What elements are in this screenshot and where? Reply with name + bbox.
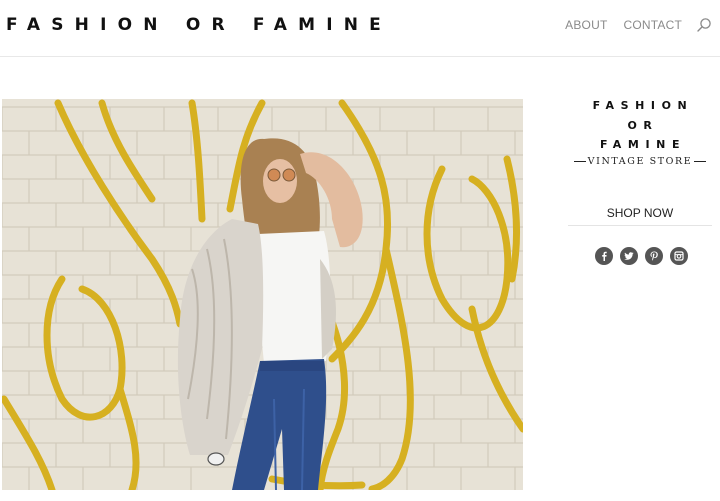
brand-logo[interactable]: FASHION OR FAMINE VINTAGE STORE [560,96,720,167]
brand-line-3: FAMINE [599,138,687,151]
pinterest-icon[interactable] [644,246,663,265]
hero-image[interactable] [2,99,523,490]
divider [573,160,586,162]
site-header: FASHION OR FAMINE ABOUT CONTACT [0,0,720,57]
brand-line-1: FASHION [592,99,694,112]
search-icon[interactable] [696,17,712,33]
nav-about-link[interactable]: ABOUT [565,18,607,32]
site-logo[interactable]: FASHION OR FAMINE [6,15,392,35]
instagram-icon[interactable] [669,246,688,265]
hero-photo [2,99,523,490]
brand-subtitle-text: VINTAGE STORE [587,155,693,167]
shop-now-link[interactable]: SHOP NOW [568,206,712,226]
nav-contact-link[interactable]: CONTACT [623,18,682,32]
brand-subtitle: VINTAGE STORE [560,156,720,167]
brand-line-2: OR [627,118,659,132]
divider [694,160,707,162]
social-links [560,246,720,265]
main-nav: ABOUT CONTACT [565,18,682,32]
facebook-icon[interactable] [594,246,613,265]
twitter-icon[interactable] [619,246,638,265]
sidebar: FASHION OR FAMINE VINTAGE STORE SHOP NOW [560,96,720,265]
